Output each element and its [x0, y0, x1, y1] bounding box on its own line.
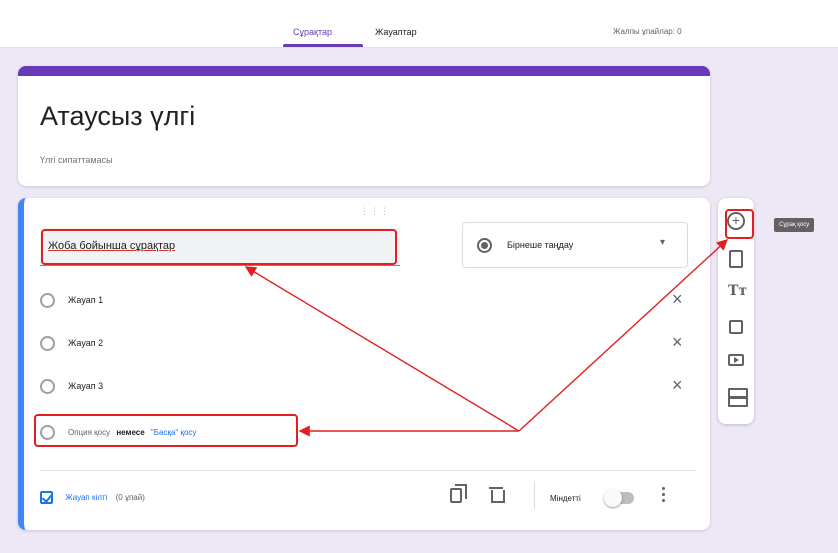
arrow-to-add-question — [518, 239, 729, 432]
arrow-to-question-title — [244, 266, 520, 432]
annotation-arrows — [244, 239, 729, 437]
